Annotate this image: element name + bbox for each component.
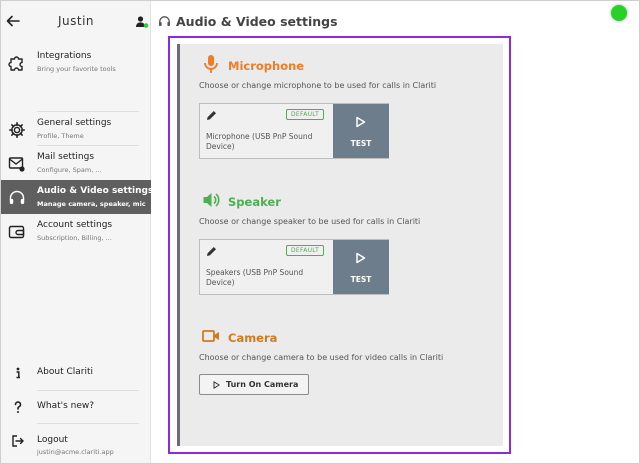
wallet-icon	[8, 225, 25, 239]
default-badge: DEFAULT	[286, 109, 325, 120]
sidebar-item-about[interactable]: About Clariti	[1, 361, 151, 387]
sidebar-item-label: About Clariti	[37, 367, 93, 377]
camera-description: Choose or change camera to be used for v…	[199, 353, 444, 362]
sidebar-item-sublabel: Bring your favorite tools	[37, 65, 116, 73]
headset-icon	[159, 16, 170, 26]
sidebar-item-account[interactable]: Account settings Subscription, Billing, …	[1, 214, 151, 248]
user-online-icon[interactable]	[135, 15, 149, 29]
test-label: TEST	[350, 139, 372, 148]
divider	[37, 423, 139, 424]
speaker-test-button[interactable]: TEST	[333, 240, 389, 294]
sidebar-item-whats-new[interactable]: What's new?	[1, 395, 151, 421]
pencil-icon[interactable]	[206, 110, 217, 121]
play-icon	[356, 252, 366, 264]
status-indicator	[611, 5, 627, 21]
settings-sidebar: Justin Integrations Bring your favorite …	[1, 1, 154, 463]
microphone-title: Microphone	[228, 59, 305, 73]
sidebar-header: Justin	[1, 1, 151, 41]
microphone-icon	[204, 55, 218, 73]
microphone-test-button[interactable]: TEST	[333, 104, 389, 158]
sidebar-item-integrations[interactable]: Integrations Bring your favorite tools	[1, 45, 151, 79]
sidebar-item-mail[interactable]: Mail settings Configure, Spam, ...	[1, 146, 151, 180]
sidebar-item-sublabel: Subscription, Billing, ...	[37, 234, 112, 242]
speaker-icon	[203, 193, 220, 207]
sidebar-item-sublabel: Profile, Theme	[37, 132, 84, 140]
question-icon	[14, 401, 22, 413]
default-badge: DEFAULT	[286, 245, 325, 256]
logout-icon	[12, 435, 24, 447]
microphone-device-info[interactable]: DEFAULT Microphone (USB PnP Sound Device…	[200, 104, 333, 158]
sidebar-item-sublabel: justin@acme.clariti.app	[37, 448, 114, 456]
sidebar-item-sublabel: Manage camera, speaker, mic	[37, 200, 146, 208]
mail-settings-icon	[8, 157, 25, 172]
play-icon	[356, 116, 366, 128]
sidebar-item-sublabel: Configure, Spam, ...	[37, 166, 102, 174]
sidebar-item-label: Audio & Video settings	[37, 186, 154, 196]
gear-icon	[9, 122, 25, 138]
sidebar-item-general[interactable]: General settings Profile, Theme	[1, 112, 151, 146]
microphone-device-card: DEFAULT Microphone (USB PnP Sound Device…	[199, 103, 389, 159]
sidebar-item-audio-video[interactable]: Audio & Video settings Manage camera, sp…	[1, 180, 154, 214]
camera-title: Camera	[228, 331, 278, 345]
pencil-icon[interactable]	[206, 246, 217, 257]
page-title: Audio & Video settings	[176, 14, 338, 29]
divider	[37, 390, 139, 391]
sidebar-user-name: Justin	[57, 14, 95, 28]
speaker-title: Speaker	[228, 195, 281, 209]
sidebar-item-label: General settings	[37, 118, 112, 128]
video-camera-icon	[202, 330, 219, 342]
speaker-device-name: Speakers (USB PnP Sound Device)	[206, 268, 304, 287]
sidebar-item-label: Account settings	[37, 220, 113, 230]
info-icon	[16, 367, 20, 379]
speaker-device-card: DEFAULT Speakers (USB PnP Sound Device) …	[199, 239, 389, 295]
test-label: TEST	[350, 275, 372, 284]
microphone-device-name: Microphone (USB PnP Sound Device)	[206, 132, 313, 151]
sidebar-item-label: Logout	[37, 435, 68, 445]
speaker-device-info[interactable]: DEFAULT Speakers (USB PnP Sound Device)	[200, 240, 333, 294]
sidebar-item-label: What's new?	[37, 401, 95, 411]
play-icon	[213, 381, 220, 389]
audio-video-panel: Microphone Choose or change microphone t…	[177, 44, 503, 446]
sidebar-item-label: Mail settings	[37, 152, 95, 162]
puzzle-icon	[8, 56, 23, 71]
turn-on-camera-button[interactable]: Turn On Camera	[199, 374, 309, 395]
microphone-description: Choose or change microphone to be used f…	[199, 81, 437, 90]
headset-icon	[9, 190, 25, 204]
speaker-description: Choose or change speaker to be used for …	[199, 217, 421, 226]
sidebar-item-label: Integrations	[37, 51, 92, 61]
turn-on-camera-label: Turn On Camera	[226, 380, 299, 389]
sidebar-item-logout[interactable]: Logout justin@acme.clariti.app	[1, 429, 151, 456]
